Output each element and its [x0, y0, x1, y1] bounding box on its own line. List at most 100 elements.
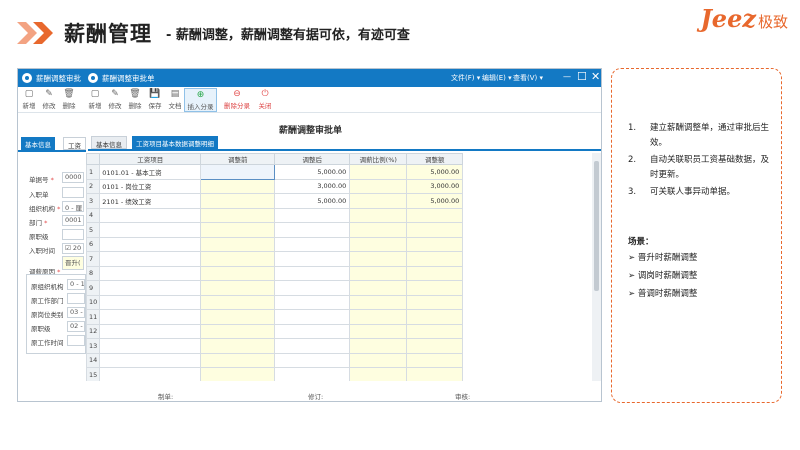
grid-cell-before[interactable]: [200, 309, 276, 325]
grid-cell-after[interactable]: [274, 367, 351, 381]
grid-cell-ratio[interactable]: [349, 309, 408, 325]
scroll-thumb[interactable]: [594, 161, 599, 291]
dept-field[interactable]: 0001: [62, 215, 84, 226]
grid-cell-after[interactable]: 5,000.00: [274, 164, 351, 180]
hire-date-field[interactable]: ☑ 20: [62, 243, 84, 254]
orig-post-field[interactable]: 03 -: [67, 307, 85, 318]
grid-cell-item[interactable]: [99, 309, 202, 325]
col-amount[interactable]: 调整额: [406, 153, 464, 165]
grid-cell-after[interactable]: [274, 323, 351, 339]
grid-cell-before[interactable]: [200, 193, 276, 209]
grid-cell-ratio[interactable]: [349, 367, 408, 381]
grid-cell-after[interactable]: [274, 207, 351, 223]
grid-cell-after[interactable]: [274, 251, 351, 267]
grid-cell-amount[interactable]: [406, 265, 464, 281]
grid-cell-amount[interactable]: 5,000.00: [406, 193, 464, 209]
table-row[interactable]: 5: [86, 222, 464, 238]
grid-cell-ratio[interactable]: [349, 280, 408, 296]
table-row[interactable]: 1 0101.01 - 基本工资 5,000.00 5,000.00: [86, 164, 464, 180]
grid-cell-before[interactable]: [200, 251, 276, 267]
grid-cell-item[interactable]: [99, 207, 202, 223]
grid-cell-ratio[interactable]: [349, 323, 408, 339]
grid-cell-amount[interactable]: [406, 207, 464, 223]
grid-cell-before[interactable]: [200, 338, 276, 354]
bg-tab-salary[interactable]: 工资: [63, 137, 86, 150]
grid-cell-ratio[interactable]: [349, 294, 408, 310]
doc-no-field[interactable]: 0000: [62, 172, 84, 183]
grid-cell-ratio[interactable]: [349, 207, 408, 223]
grid-cell-item[interactable]: [99, 280, 202, 296]
menu-file[interactable]: 文件(F) ▾: [451, 73, 480, 83]
grid-cell-item[interactable]: [99, 338, 202, 354]
grid-cell-amount[interactable]: [406, 236, 464, 252]
grid-cell-amount[interactable]: [406, 294, 464, 310]
insert-row-button[interactable]: ⊕ 插入分录: [184, 88, 217, 112]
grid-cell-item[interactable]: [99, 265, 202, 281]
grid-cell-before[interactable]: [200, 207, 276, 223]
grid-cell-amount[interactable]: [406, 309, 464, 325]
org-field[interactable]: 0 - 厘: [62, 201, 84, 212]
bg-new-button[interactable]: ▢ 新增: [18, 88, 40, 112]
bg-edit-button[interactable]: ✎ 修改: [38, 88, 60, 112]
grid-cell-before[interactable]: [200, 367, 276, 381]
grid-cell-amount[interactable]: 3,000.00: [406, 178, 464, 194]
grid-cell-item[interactable]: [99, 367, 202, 381]
delete-row-button[interactable]: ⊖ 删除分录: [221, 88, 253, 112]
grid-cell-after[interactable]: [274, 265, 351, 281]
table-row[interactable]: 9: [86, 280, 464, 296]
grid-cell-item[interactable]: 0101 - 岗位工资: [99, 178, 202, 194]
grid-cell-amount[interactable]: [406, 323, 464, 339]
col-ratio[interactable]: 调薪比例(%): [349, 153, 408, 165]
new-button[interactable]: ▢ 新增: [84, 88, 106, 112]
tab-basic-info[interactable]: 基本信息: [91, 136, 127, 149]
grid-cell-amount[interactable]: 5,000.00: [406, 164, 464, 180]
grid-cell-item[interactable]: 2101 - 绩效工资: [99, 193, 202, 209]
reason-field[interactable]: 晋升(: [62, 256, 84, 270]
grid-cell-item[interactable]: [99, 251, 202, 267]
tab-salary-detail[interactable]: 工资项目基本数据调整明细: [132, 136, 218, 149]
bg-window-title[interactable]: 薪酬调整审批: [36, 73, 81, 84]
save-button[interactable]: 💾 保存: [144, 88, 166, 112]
table-row[interactable]: 11: [86, 309, 464, 325]
bg-tab-basic[interactable]: 基本信息: [21, 137, 55, 150]
col-before[interactable]: 调整前: [200, 153, 276, 165]
grid-cell-before[interactable]: [200, 236, 276, 252]
orig-worktime-field[interactable]: [67, 335, 85, 346]
grid-cell-before[interactable]: [200, 222, 276, 238]
grid-cell-before[interactable]: [200, 352, 276, 368]
grid-cell-before[interactable]: [200, 294, 276, 310]
table-row[interactable]: 6: [86, 236, 464, 252]
grid-cell-item[interactable]: [99, 294, 202, 310]
grid-cell-amount[interactable]: [406, 280, 464, 296]
grid-cell-ratio[interactable]: [349, 265, 408, 281]
entry-doc-field[interactable]: [62, 187, 84, 198]
grid-cell-item[interactable]: [99, 222, 202, 238]
grid-cell-after[interactable]: [274, 352, 351, 368]
vertical-scrollbar[interactable]: [592, 153, 601, 381]
grid-cell-ratio[interactable]: [349, 222, 408, 238]
grid-cell-ratio[interactable]: [349, 352, 408, 368]
grid-cell-ratio[interactable]: [349, 164, 408, 180]
table-row[interactable]: 13: [86, 338, 464, 354]
menu-edit[interactable]: 编辑(E) ▾: [482, 73, 512, 83]
minimize-button[interactable]: —: [563, 72, 571, 81]
maximize-button[interactable]: ☐: [577, 70, 587, 83]
grid-cell-before[interactable]: [200, 178, 276, 194]
table-row[interactable]: 12: [86, 323, 464, 339]
grid-cell-before[interactable]: [200, 164, 276, 180]
orig-grade-field[interactable]: [62, 229, 84, 240]
orig-level-field[interactable]: 02 -: [67, 321, 85, 332]
grid-cell-item[interactable]: [99, 236, 202, 252]
grid-cell-amount[interactable]: [406, 367, 464, 381]
table-row[interactable]: 10: [86, 294, 464, 310]
grid-cell-item[interactable]: 0101.01 - 基本工资: [99, 164, 202, 180]
grid-cell-ratio[interactable]: [349, 251, 408, 267]
grid-cell-after[interactable]: [274, 338, 351, 354]
col-after[interactable]: 调整后: [274, 153, 351, 165]
table-row[interactable]: 15: [86, 367, 464, 381]
document-button[interactable]: ▤ 文档: [164, 88, 186, 112]
grid-cell-before[interactable]: [200, 265, 276, 281]
grid-cell-after[interactable]: 5,000.00: [274, 193, 351, 209]
grid-cell-before[interactable]: [200, 280, 276, 296]
orig-org-field[interactable]: 0 - 1: [67, 279, 85, 290]
